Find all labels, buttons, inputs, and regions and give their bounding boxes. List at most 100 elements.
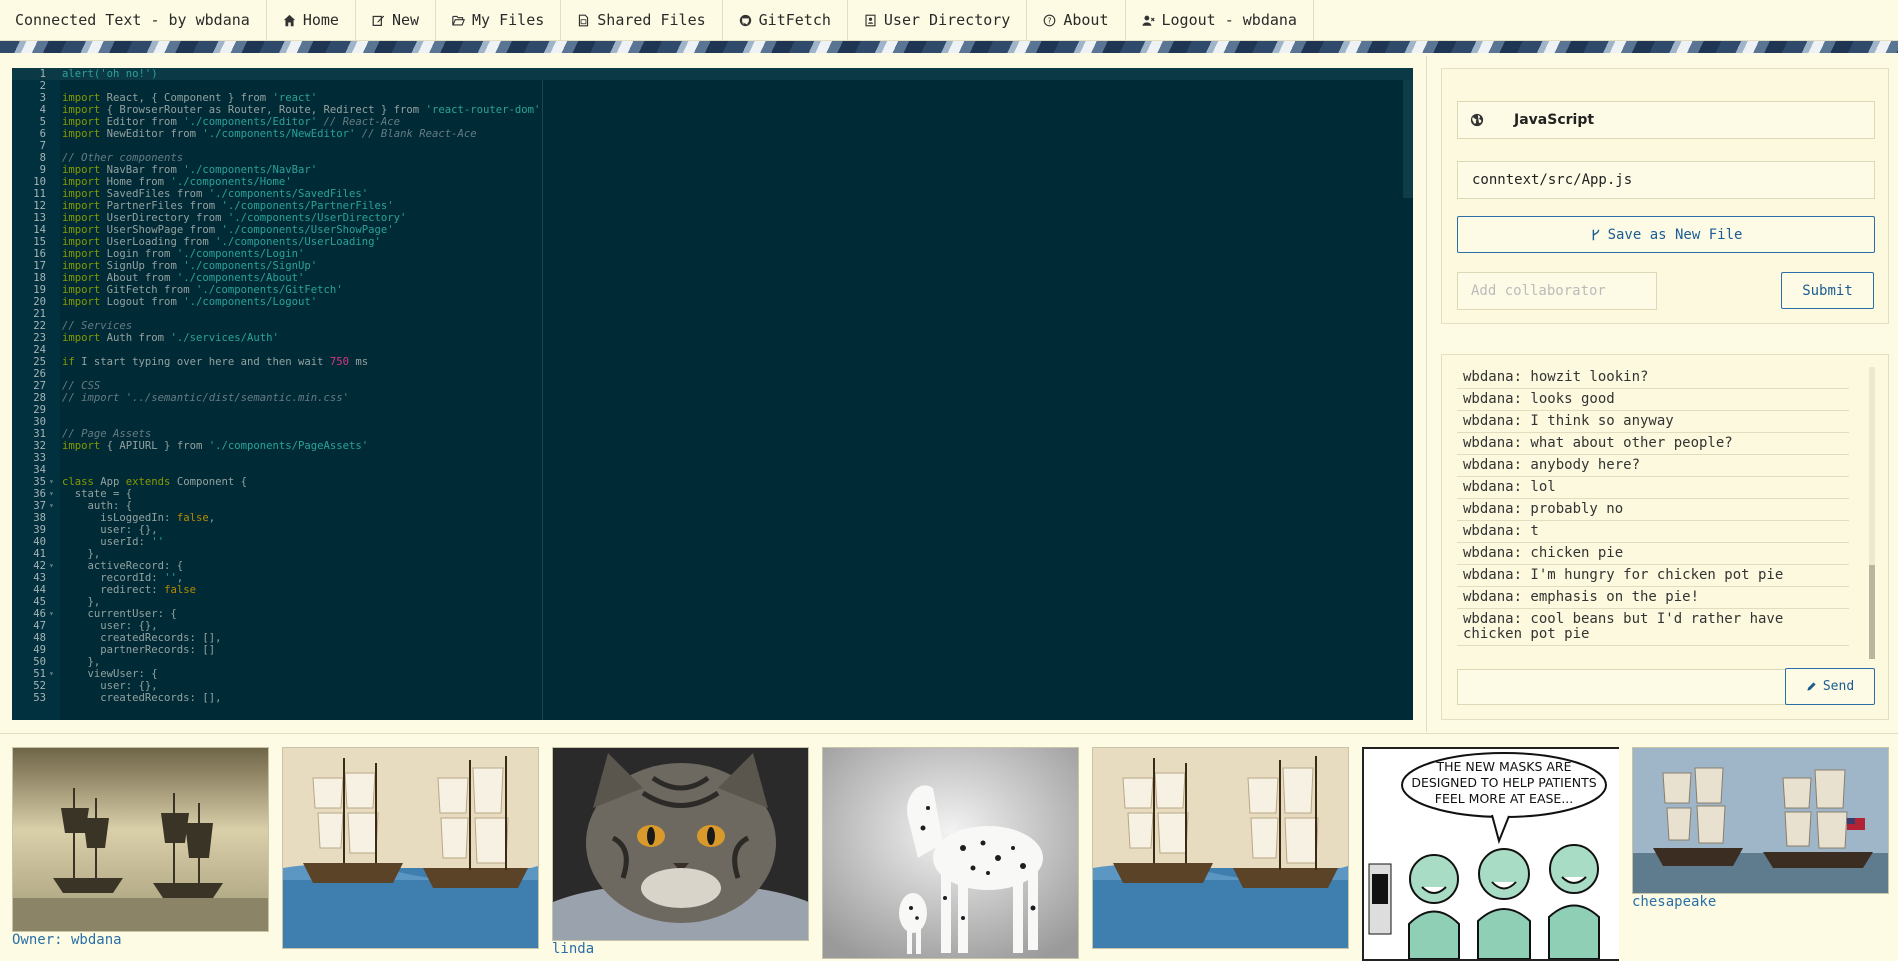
code-line[interactable]: 20 import Logout from './components/Logou… [12,296,1413,308]
fold-toggle-icon[interactable]: ▾ [49,608,54,620]
nav-home[interactable]: Home [267,0,356,40]
save-as-new-file-button[interactable]: Save as New File [1457,216,1875,253]
gallery-card[interactable]: THE NEW MASKS ARE DESIGNED TO HELP PATIE… [1362,747,1619,961]
gallery-caption[interactable]: linda [552,941,809,958]
code-line[interactable]: 53 createdRecords: [], [12,692,1413,704]
code-line[interactable]: 5 import Editor from './components/Editor… [12,116,1413,128]
naval-battle-image[interactable] [1092,747,1349,949]
code-line[interactable]: 19 import GitFetch from './components/Git… [12,284,1413,296]
gallery-caption[interactable]: Owner: wbdana [12,932,269,949]
code-line[interactable]: 31 // Page Assets [12,428,1413,440]
code-editor[interactable]: 1 alert('oh no!') 2 3 import React, { Compon… [12,68,1413,720]
fold-toggle-icon[interactable]: ▾ [49,488,54,500]
code-line[interactable]: 30 [12,416,1413,428]
code-line[interactable]: 3 import React, { Component } from 'react… [12,92,1413,104]
code-text: import Editor from './components/Editor'… [62,116,401,128]
gallery-card[interactable] [1092,747,1349,949]
code-line[interactable]: 18 import About from './components/About' [12,272,1413,284]
code-line[interactable]: 16 import Login from './components/Login' [12,248,1413,260]
nav-user-directory[interactable]: User Directory [848,0,1028,40]
gallery-card[interactable]: linda [552,747,809,958]
code-line[interactable]: 23 import Auth from './services/Auth' [12,332,1413,344]
nav-my-files[interactable]: My Files [436,0,562,40]
chat-messages[interactable]: wbdana: howzit lookin? wbdana: looks good… [1457,367,1875,659]
submit-collaborator-button[interactable]: Submit [1781,272,1874,309]
code-line[interactable]: 14 import UserShowPage from './components… [12,224,1413,236]
editor-lines[interactable]: 1 alert('oh no!') 2 3 import React, { Compon… [12,68,1413,704]
code-line[interactable]: 8 // Other components [12,152,1413,164]
code-line[interactable]: 22 // Services [12,320,1413,332]
code-line[interactable]: 41 }, [12,548,1413,560]
code-line[interactable]: 34 [12,464,1413,476]
gallery-card[interactable] [282,747,539,949]
code-line[interactable]: 43 recordId: '', [12,572,1413,584]
code-line[interactable]: 33 [12,452,1413,464]
code-line[interactable]: 37 ▾ auth: { [12,500,1413,512]
code-line[interactable]: 12 import PartnerFiles from './components… [12,200,1413,212]
code-line[interactable]: 10 import Home from './components/Home' [12,176,1413,188]
gallery-card[interactable]: Owner: wbdana [12,747,269,949]
line-number: 45 [33,596,46,608]
file-path-input[interactable]: conntext/src/App.js [1457,161,1875,199]
masks-comic-image[interactable]: THE NEW MASKS ARE DESIGNED TO HELP PATIE… [1362,747,1619,961]
code-line[interactable]: 24 [12,344,1413,356]
send-button[interactable]: Send [1785,668,1875,705]
tabby-cat-image[interactable] [552,747,809,941]
add-collaborator-input[interactable]: Add collaborator [1457,272,1657,310]
code-line[interactable]: 46 ▾ currentUser: { [12,608,1413,620]
code-line[interactable]: 36 ▾ state = { [12,488,1413,500]
nav-new[interactable]: New [356,0,437,40]
code-line[interactable]: 50 }, [12,656,1413,668]
code-text: user: {}, [62,620,158,632]
code-line[interactable]: 21 [12,308,1413,320]
code-line[interactable]: 42 ▾ activeRecord: { [12,560,1413,572]
chat-message-input[interactable] [1457,669,1788,705]
code-line[interactable]: 52 user: {}, [12,680,1413,692]
code-line[interactable]: 32 import { APIURL } from './components/P… [12,440,1413,452]
spotted-horse-image[interactable] [822,747,1079,959]
code-line[interactable]: 39 user: {}, [12,524,1413,536]
code-line[interactable]: 7 [12,140,1413,152]
fold-toggle-icon[interactable]: ▾ [49,560,54,572]
language-select[interactable]: JavaScript [1457,101,1875,139]
code-line[interactable]: 2 [12,80,1413,92]
code-line[interactable]: 26 [12,368,1413,380]
code-line[interactable]: 48 createdRecords: [], [12,632,1413,644]
code-line[interactable]: 27 // CSS [12,380,1413,392]
code-line[interactable]: 15 import UserLoading from './components/… [12,236,1413,248]
naval-battle-image[interactable] [282,747,539,949]
gallery-card[interactable] [822,747,1079,959]
nav-about[interactable]: ? About [1027,0,1126,40]
code-line[interactable]: 47 user: {}, [12,620,1413,632]
app-brand[interactable]: Connected Text - by wbdana [0,0,267,40]
code-line[interactable]: 6 import NewEditor from './components/New… [12,128,1413,140]
code-line[interactable]: 40 userId: '' [12,536,1413,548]
code-line[interactable]: 9 import NavBar from './components/NavBar… [12,164,1413,176]
code-line[interactable]: 25 if I start typing over here and then w… [12,356,1413,368]
gallery-card[interactable]: chesapeake [1632,747,1891,911]
code-line[interactable]: 49 partnerRecords: [] [12,644,1413,656]
code-line[interactable]: 45 }, [12,596,1413,608]
fold-toggle-icon[interactable]: ▾ [49,476,54,488]
code-line[interactable]: 17 import SignUp from './components/SignU… [12,260,1413,272]
code-line[interactable]: 13 import UserDirectory from './component… [12,212,1413,224]
code-line[interactable]: 29 [12,404,1413,416]
chat-scrollbar-thumb[interactable] [1869,565,1875,659]
nav-shared-files[interactable]: Shared Files [561,0,723,40]
code-line[interactable]: 38 isLoggedIn: false, [12,512,1413,524]
frigates-battle-image[interactable] [1632,747,1889,894]
code-line[interactable]: 1 alert('oh no!') [12,68,1413,80]
sailing-ships-image[interactable] [12,747,269,932]
nav-logout[interactable]: Logout - wbdana [1126,0,1314,40]
fold-toggle-icon[interactable]: ▾ [49,500,54,512]
code-line[interactable]: 51 ▾ viewUser: { [12,668,1413,680]
gallery-caption[interactable]: chesapeake [1632,894,1891,911]
code-line[interactable]: 4 import { BrowserRouter as Router, Route… [12,104,1413,116]
code-line[interactable]: 11 import SavedFiles from './components/S… [12,188,1413,200]
nav-gitfetch[interactable]: GitFetch [723,0,848,40]
code-line[interactable]: 28 // import '../semantic/dist/semantic.m… [12,392,1413,404]
code-line[interactable]: 44 redirect: false [12,584,1413,596]
code-line[interactable]: 35 ▾ class App extends Component { [12,476,1413,488]
line-number: 16 [33,248,46,260]
fold-toggle-icon[interactable]: ▾ [49,668,54,680]
